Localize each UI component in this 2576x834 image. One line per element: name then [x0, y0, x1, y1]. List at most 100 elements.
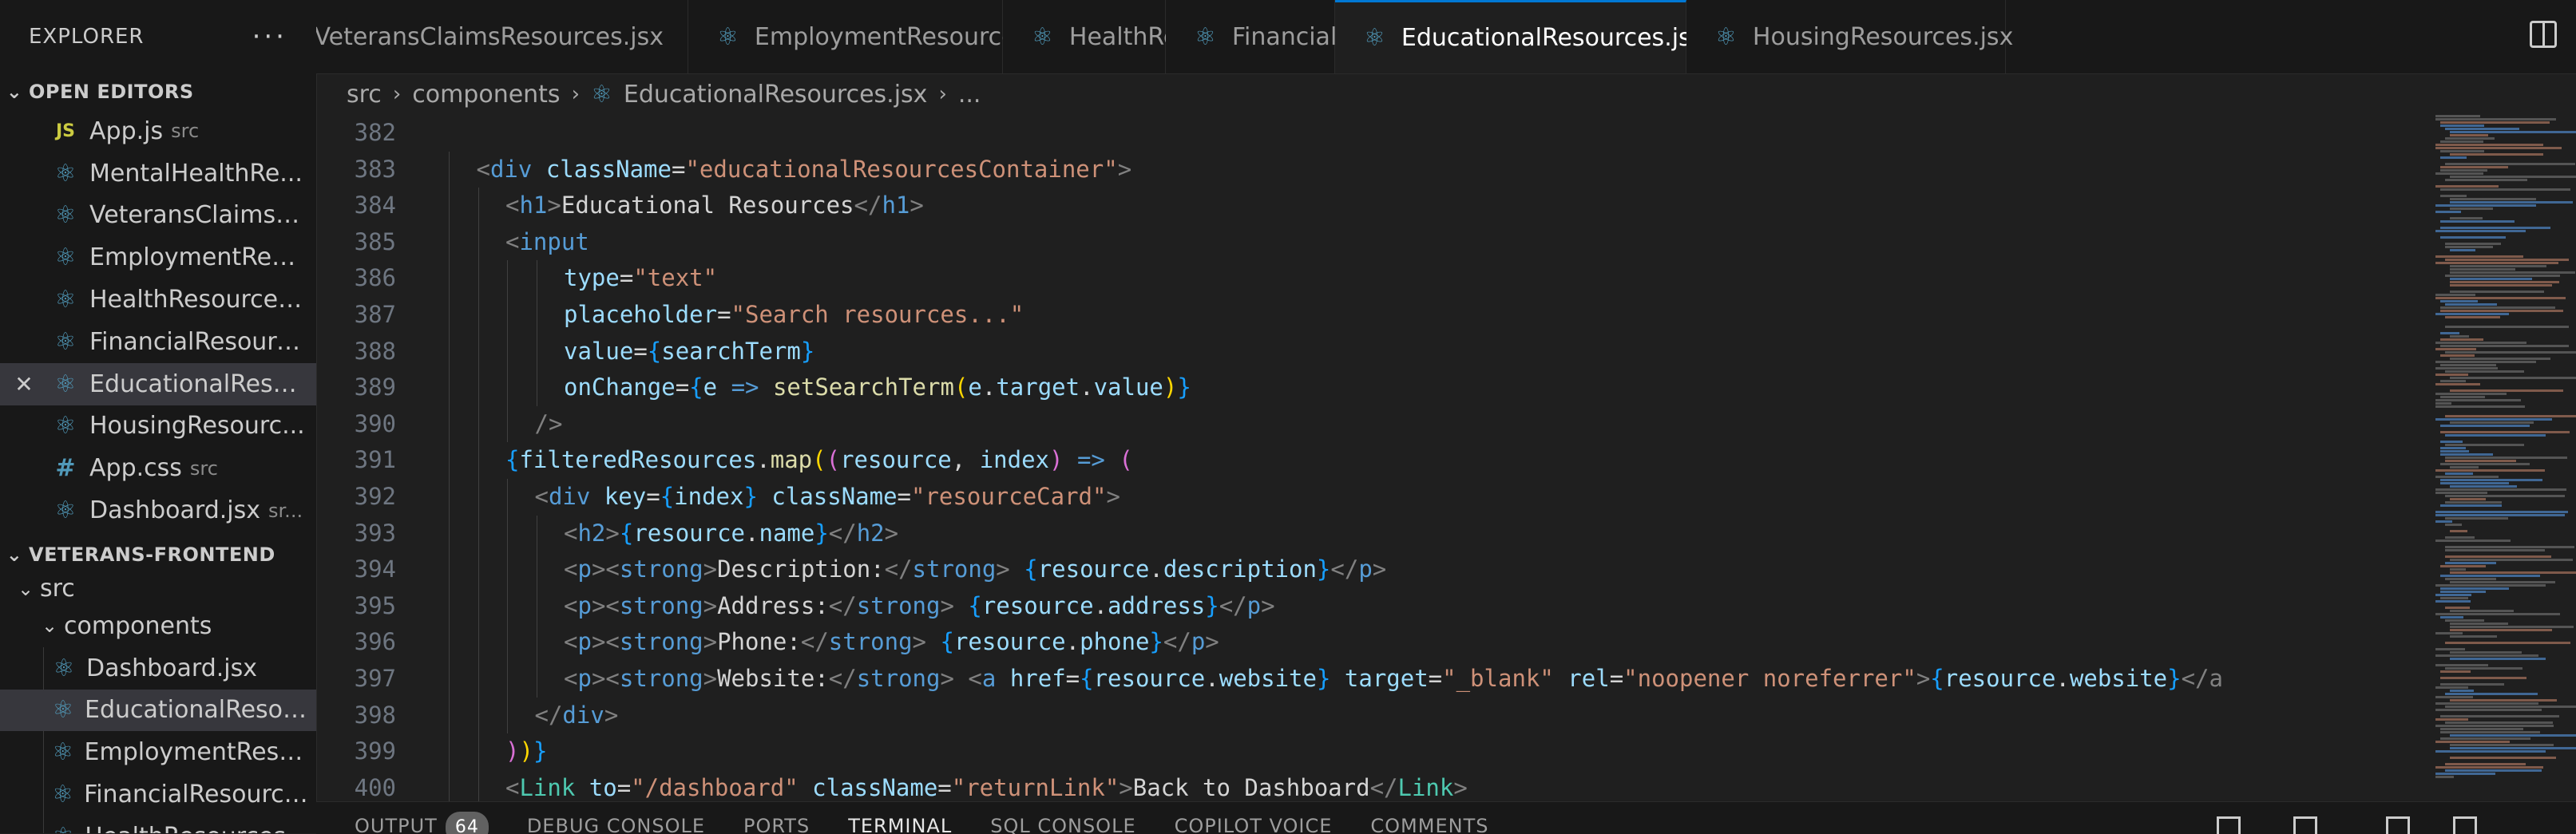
minimap-line — [2435, 750, 2546, 753]
code-line: 389 onChange={e => setSearchTerm(e.target… — [316, 370, 2424, 406]
layout-icon[interactable] — [2386, 816, 2410, 834]
minimap-line — [2450, 198, 2536, 200]
line-number: 395 — [354, 591, 396, 619]
folder-src[interactable]: ⌄ src — [0, 573, 316, 605]
code-token: </ — [828, 519, 857, 547]
code-token: { — [619, 519, 634, 547]
panel-tab-copilot-voice[interactable]: COPILOT VOICE — [1175, 810, 1333, 834]
minimap-line — [2450, 291, 2544, 293]
indent-guide — [507, 587, 509, 625]
trash-icon[interactable] — [2453, 816, 2477, 834]
code-token: < — [564, 519, 578, 547]
open-editor-item[interactable]: JS App.js src — [0, 110, 316, 152]
new-terminal-icon[interactable] — [2217, 816, 2241, 834]
code-token: onChange — [564, 374, 676, 401]
code-token: div — [548, 483, 591, 510]
minimap-line — [2435, 172, 2483, 175]
open-editor-item[interactable]: ⚛ MentalHealthRe... — [0, 152, 316, 195]
code-token: </a — [2181, 665, 2223, 692]
react-icon: ⚛ — [1195, 22, 1216, 51]
code-token: . — [1080, 374, 1094, 401]
minimap-line — [2450, 208, 2493, 210]
breadcrumb-components[interactable]: components — [412, 81, 560, 109]
open-editor-item[interactable]: ⚛ FinancialResourc... — [0, 321, 316, 363]
tab-healthresources[interactable]: ⚛HealthResources.jsx — [1003, 0, 1311, 73]
open-editor-item[interactable]: ⚛ HousingResourc... — [0, 405, 316, 448]
code-token: . — [745, 519, 759, 547]
breadcrumb-src[interactable]: src — [347, 81, 382, 109]
open-editor-item[interactable]: ✕ ⚛ EducationalReso... — [0, 362, 316, 405]
tree-file-item[interactable]: ⚛ Dashboard.jsx — [0, 647, 316, 690]
indent-guide — [478, 733, 479, 770]
minimap-line — [2440, 575, 2540, 577]
code-text: <h1>Educational Resources</h1> — [505, 188, 924, 224]
code-token: > — [703, 555, 718, 583]
open-editor-item[interactable]: ⚛ VeteransClaimsR... — [0, 195, 316, 237]
panel-tab-comments[interactable]: COMMENTS — [1370, 810, 1488, 834]
tab-financialresources[interactable]: ⚛FinancialResources.jsx — [1166, 0, 1500, 73]
minimap-line — [2440, 670, 2471, 673]
code-token: div — [489, 155, 533, 183]
open-editor-item[interactable]: # App.css src — [0, 447, 316, 489]
minimap-line — [2445, 128, 2519, 130]
project-header[interactable]: ⌄ VETERANS-FRONTEND — [0, 536, 316, 573]
panel-tab-ports[interactable]: PORTS — [743, 810, 810, 834]
minimap-line — [2450, 699, 2557, 702]
minimap-line — [2450, 744, 2554, 746]
minimap-line — [2450, 559, 2573, 561]
code-token: filteredResources — [519, 446, 757, 474]
code-token: } — [1149, 628, 1163, 656]
minimap-line — [2435, 147, 2562, 149]
open-editor-item[interactable]: ⚛ HealthResources... — [0, 279, 316, 321]
tab-housingresources[interactable]: ⚛ HousingResources.jsx — [1686, 0, 2013, 73]
open-editors-header[interactable]: ⌄ OPEN EDITORS — [0, 73, 316, 110]
panel-tab-terminal[interactable]: TERMINAL — [848, 810, 952, 834]
folder-components[interactable]: ⌄ components — [0, 605, 316, 647]
minimap-line — [2435, 294, 2475, 296]
minimap-line — [2440, 125, 2484, 127]
panel-tab-debug-console[interactable]: DEBUG CONSOLE — [527, 810, 705, 834]
minimap-line — [2435, 185, 2499, 188]
minimap-line — [2435, 725, 2554, 727]
code-token: . — [1065, 628, 1080, 656]
breadcrumb-symbol[interactable]: ... — [958, 81, 981, 109]
tree-file-item[interactable]: ⚛ EducationalResour... — [0, 689, 316, 732]
code-token: > — [940, 665, 954, 692]
split-terminal-icon[interactable] — [2293, 816, 2317, 834]
open-editor-item[interactable]: ⚛ Dashboard.jsx sr... — [0, 489, 316, 532]
open-editor-name: VeteransClaimsR... — [89, 201, 305, 230]
indent-guide — [507, 661, 509, 698]
code-token: > — [1119, 773, 1133, 801]
tab-veteransclaimsresources[interactable]: VeteransClaimsResources.jsx — [316, 0, 688, 73]
close-icon[interactable]: ✕ — [0, 371, 48, 397]
open-editor-item[interactable]: ⚛ EmploymentRes... — [0, 236, 316, 279]
tab-educationalresources[interactable]: ⚛EducationalResources.jsx✕ — [1335, 0, 1746, 73]
tab-employmentresources[interactable]: ⚛ EmploymentResources.jsx — [688, 0, 1070, 73]
tree-file-item[interactable]: ⚛ FinancialResources... — [0, 773, 316, 816]
minimap-line — [2440, 479, 2542, 481]
breadcrumb-file[interactable]: EducationalResources.jsx — [624, 81, 928, 109]
panel-tab-sql-console[interactable]: SQL CONSOLE — [990, 810, 1135, 834]
minimap[interactable] — [2424, 115, 2576, 801]
split-editor-icon[interactable] — [2530, 21, 2557, 48]
minimap-line — [2450, 153, 2543, 156]
minimap-line — [2445, 642, 2570, 644]
panel-tab-output[interactable]: OUTPUT 64 — [355, 810, 489, 834]
open-editor-name: EducationalReso... — [89, 370, 305, 398]
code-token: address — [1108, 591, 1206, 619]
tree-file-name: EducationalResour... — [85, 696, 316, 725]
code-token: { — [968, 591, 982, 619]
tree-file-item[interactable]: ⚛ EmploymentResou... — [0, 731, 316, 773]
indent-guide — [449, 769, 450, 801]
minimap-line — [2440, 364, 2496, 366]
code-editor[interactable]: 382 383 <div className="educationalResourc… — [316, 115, 2424, 801]
minimap-line — [2435, 511, 2568, 513]
minimap-line — [2445, 460, 2516, 462]
more-actions-icon[interactable]: ··· — [252, 21, 287, 53]
tree-file-item[interactable]: ⚛ HealthResources.jsx — [0, 816, 316, 833]
minimap-line — [2450, 335, 2469, 338]
open-editors-label: OPEN EDITORS — [29, 81, 194, 103]
minimap-line — [2445, 457, 2567, 459]
line-number: 385 — [354, 227, 396, 255]
